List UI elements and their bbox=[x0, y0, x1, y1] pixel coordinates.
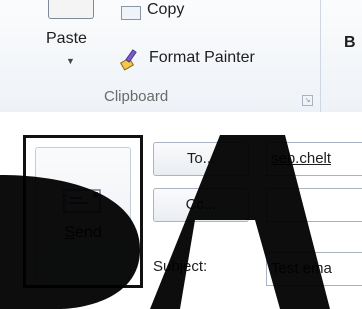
clipboard-group-label: Clipboard bbox=[104, 88, 169, 105]
message-header-area: Send To... seb.chelt Cc... Subject: Test… bbox=[0, 112, 362, 309]
chevron-down-icon: ▼ bbox=[66, 56, 75, 66]
send-button[interactable]: Send bbox=[35, 147, 131, 279]
group-separator bbox=[320, 0, 321, 112]
send-label: Send bbox=[64, 224, 102, 241]
paste-icon bbox=[48, 0, 94, 19]
paste-button[interactable]: Paste ▼ bbox=[38, 0, 104, 90]
basic-text-group-partial: B bbox=[344, 34, 356, 51]
format-painter-label: Format Painter bbox=[149, 49, 255, 66]
to-field[interactable]: seb.chelt bbox=[266, 142, 362, 176]
subject-field[interactable]: Test ema bbox=[266, 252, 362, 286]
format-painter-button[interactable]: Format Painter bbox=[119, 45, 309, 75]
cc-button[interactable]: Cc... bbox=[153, 188, 249, 222]
paintbrush-icon bbox=[119, 49, 137, 71]
to-field-value: seb.chelt bbox=[271, 150, 332, 167]
dialog-launcher-icon[interactable]: ↘ bbox=[302, 95, 313, 106]
send-envelope-icon bbox=[62, 189, 101, 213]
send-button-highlight: Send bbox=[23, 135, 143, 288]
subject-label: Subject: bbox=[153, 258, 208, 275]
to-button[interactable]: To... bbox=[153, 142, 249, 176]
copy-label: Copy bbox=[147, 1, 185, 18]
copy-icon bbox=[121, 6, 141, 20]
ribbon-clipboard-group: Paste ▼ Copy Format Painter Clipboard ↘ … bbox=[0, 0, 362, 113]
cc-field[interactable] bbox=[266, 188, 362, 222]
paste-label: Paste bbox=[46, 30, 87, 47]
